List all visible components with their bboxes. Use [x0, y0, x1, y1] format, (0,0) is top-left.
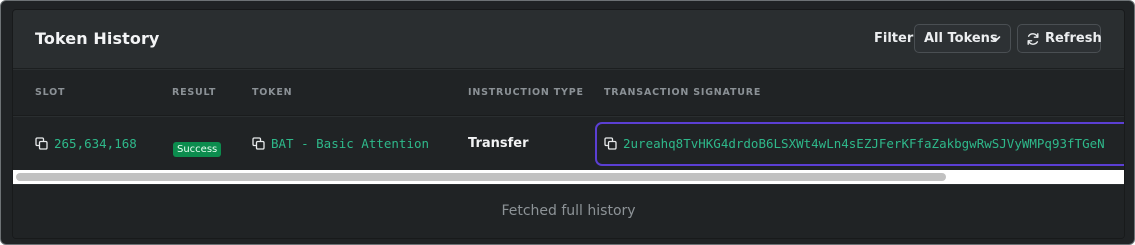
instruction-type-cell: Transfer [468, 136, 529, 151]
token-filter-value: All Tokens [924, 31, 998, 46]
chevron-down-icon [990, 36, 1001, 42]
refresh-icon [1027, 33, 1039, 45]
instruction-type-value: Transfer [468, 136, 529, 151]
copy-icon[interactable] [252, 137, 265, 150]
slot-link[interactable]: 265,634,168 [54, 136, 137, 151]
refresh-button[interactable]: Refresh [1017, 24, 1102, 53]
column-header-slot: SLOT [35, 87, 66, 98]
column-header-transaction-signature: TRANSACTION SIGNATURE [604, 87, 762, 98]
slot-cell[interactable]: 265,634,168 [35, 136, 137, 151]
token-history-card: Token History Filter: All Tokens Refresh… [12, 9, 1125, 239]
history-status-text: Fetched full history [501, 203, 636, 219]
token-history-panel: Token History Filter: All Tokens Refresh… [0, 0, 1135, 245]
card-header: Token History Filter: All Tokens Refresh [13, 10, 1124, 69]
table-footer: Fetched full history [13, 185, 1124, 238]
filter-label: Filter: [874, 31, 919, 46]
table-header: SLOT RESULT TOKEN INSTRUCTION TYPE TRANS… [13, 70, 1124, 116]
status-badge: Success [173, 142, 222, 157]
column-header-instruction-type: INSTRUCTION TYPE [468, 87, 584, 98]
horizontal-scrollbar[interactable] [13, 170, 1124, 184]
copy-icon[interactable] [35, 137, 48, 150]
page-title: Token History [35, 29, 160, 48]
scrollbar-thumb[interactable] [16, 173, 946, 181]
refresh-label: Refresh [1045, 31, 1102, 46]
signature-highlight [595, 122, 1124, 166]
token-cell[interactable]: BAT - Basic Attention [252, 136, 429, 151]
token-filter-dropdown[interactable]: All Tokens [914, 24, 1011, 53]
column-header-result: RESULT [172, 87, 217, 98]
token-link[interactable]: BAT - Basic Attention [271, 136, 429, 151]
column-header-token: TOKEN [252, 87, 293, 98]
table-row: 265,634,168 Success BAT - Basic Attentio… [13, 117, 1124, 170]
